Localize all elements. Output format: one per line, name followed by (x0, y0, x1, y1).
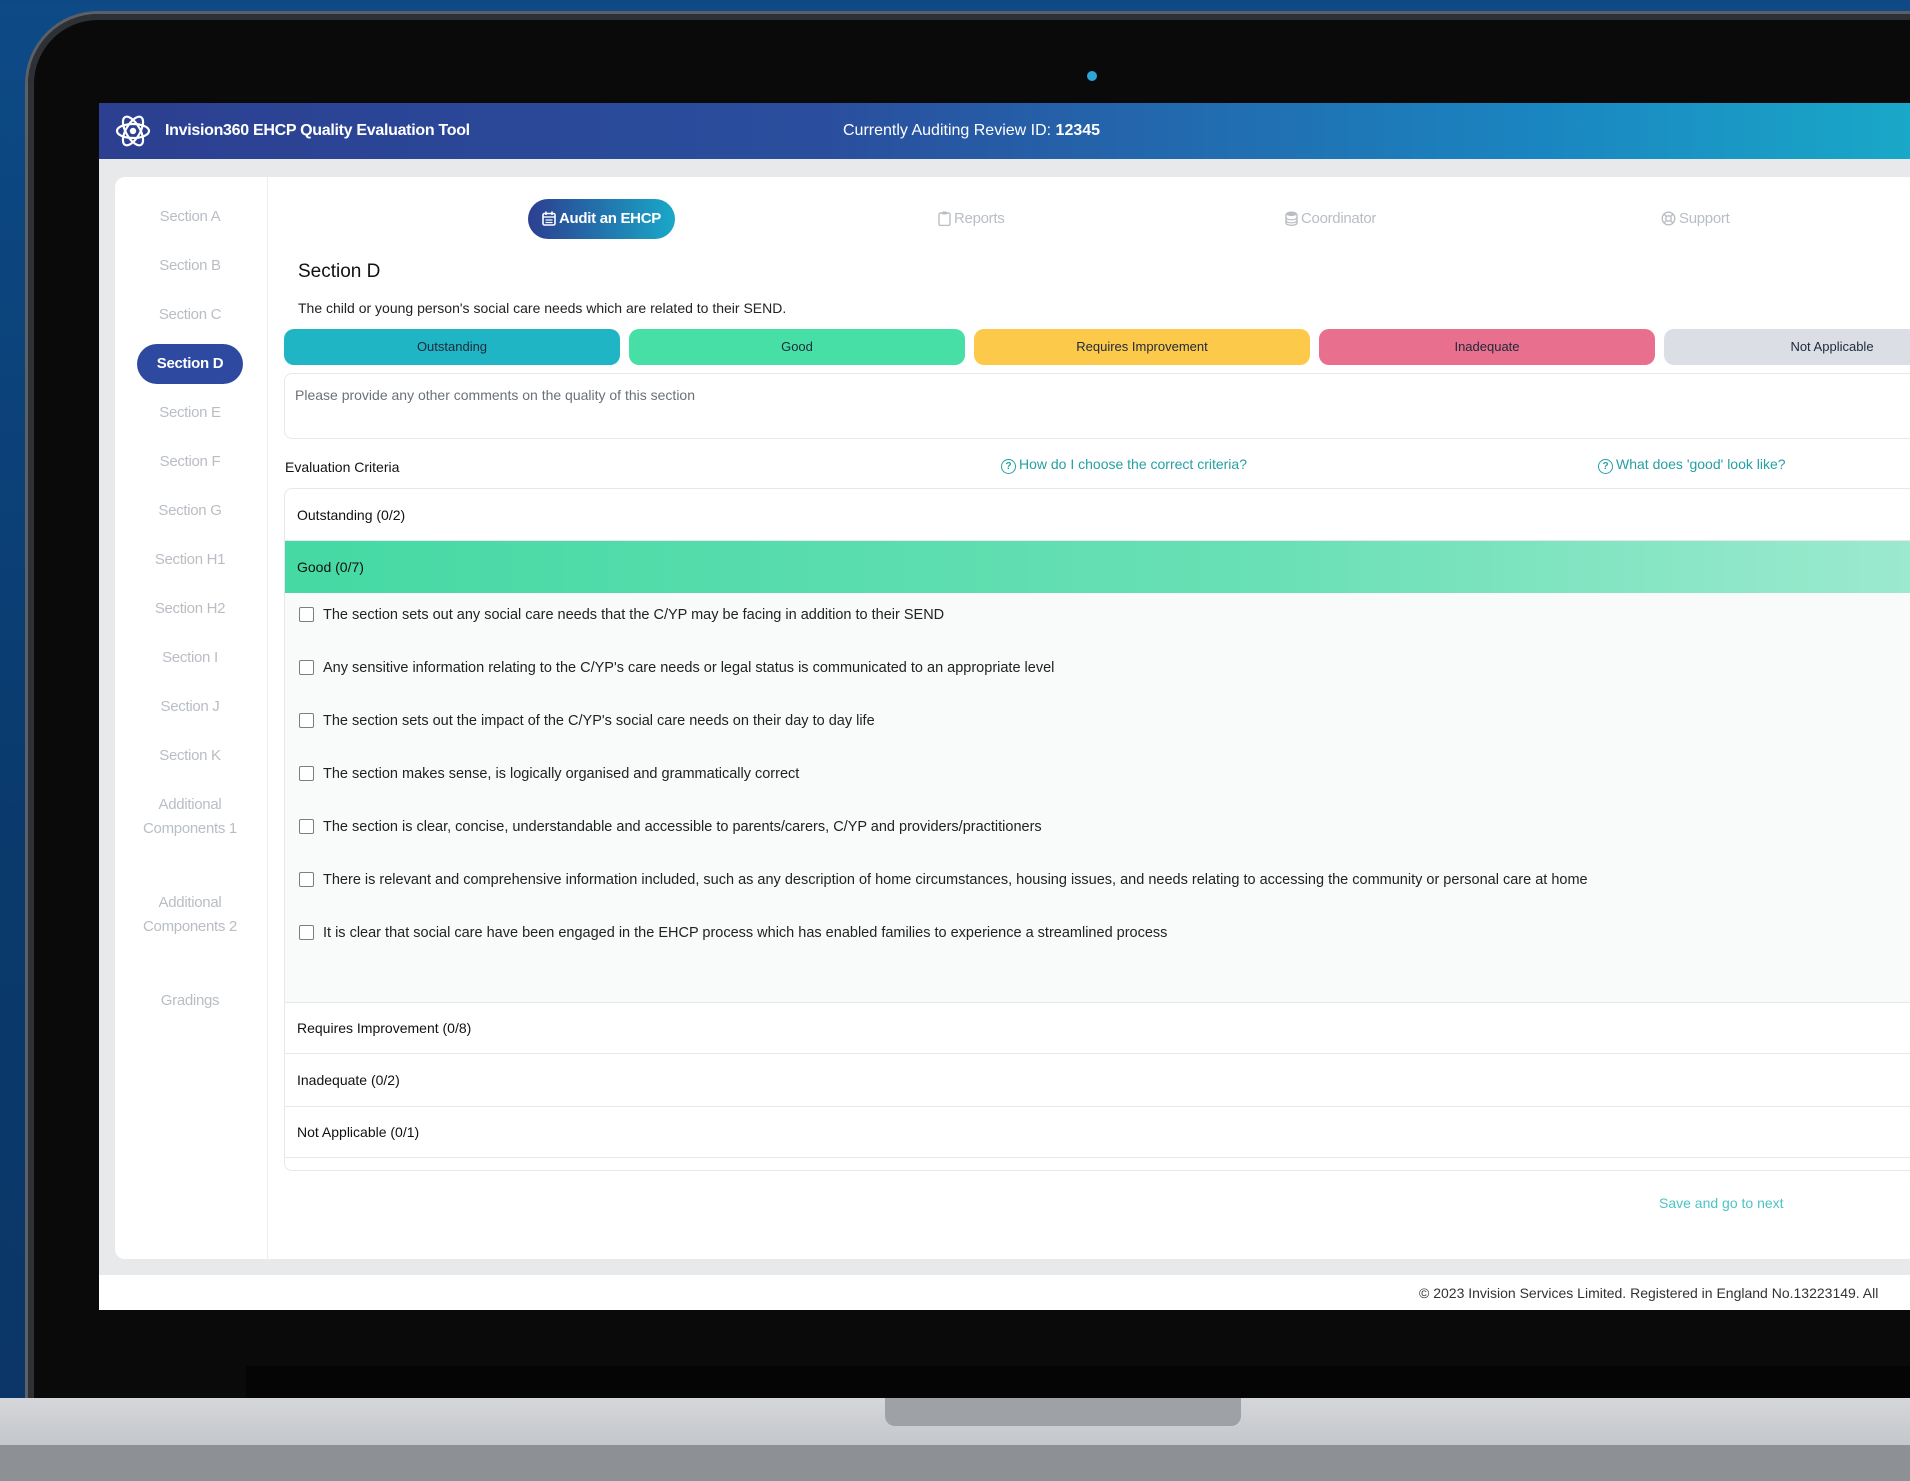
laptop-notch (885, 1398, 1241, 1426)
tab-reports[interactable]: Reports (938, 199, 1005, 239)
checkbox[interactable] (299, 872, 314, 887)
sidebar-item-section-e[interactable]: Section E (137, 401, 243, 425)
grade-good-button[interactable]: Good (629, 329, 965, 365)
tab-reports-label: Reports (954, 210, 1005, 227)
sidebar-item-additional-components-1[interactable]: Additional Components 1 (137, 793, 243, 841)
laptop-bezel-bottom (246, 1366, 1910, 1398)
database-icon (1285, 211, 1298, 227)
sidebar-item-section-i[interactable]: Section I (137, 646, 243, 670)
sidebar-item-section-g[interactable]: Section G (137, 499, 243, 523)
sidebar-item-section-h1[interactable]: Section H1 (137, 548, 243, 572)
atom-logo-icon (115, 115, 151, 147)
criteria-item[interactable]: The section is clear, concise, understan… (299, 819, 1042, 835)
criteria-item[interactable]: The section makes sense, is logically or… (299, 766, 799, 782)
app-screen: Invision360 EHCP Quality Evaluation Tool… (99, 103, 1910, 1310)
content-card: Section A Section B Section C Section D … (115, 177, 1910, 1259)
tab-coordinator-label: Coordinator (1301, 210, 1377, 227)
sidebar-item-section-f[interactable]: Section F (137, 450, 243, 474)
sidebar-item-section-b[interactable]: Section B (137, 254, 243, 278)
checkbox[interactable] (299, 660, 314, 675)
good-criteria-list: The section sets out any social care nee… (285, 593, 1910, 1003)
sidebar-item-section-h2[interactable]: Section H2 (137, 597, 243, 621)
help-circle-icon: ? (1001, 459, 1016, 474)
app-title: Invision360 EHCP Quality Evaluation Tool (165, 122, 470, 139)
section-description: The child or young person's social care … (298, 300, 787, 316)
sidebar-item-section-d[interactable]: Section D (137, 344, 243, 384)
group-requires-improvement[interactable]: Requires Improvement (0/8) (285, 1002, 1910, 1054)
group-good[interactable]: Good (0/7) (285, 541, 1910, 593)
sidebar-item-gradings[interactable]: Gradings (137, 989, 243, 1013)
checkbox[interactable] (299, 766, 314, 781)
criteria-item[interactable]: The section sets out the impact of the C… (299, 713, 875, 729)
tab-support[interactable]: Support (1661, 199, 1730, 239)
webcam (1087, 71, 1097, 81)
group-inadequate[interactable]: Inadequate (0/2) (285, 1054, 1910, 1107)
sidebar-item-section-k[interactable]: Section K (137, 744, 243, 768)
criteria-item-text: The section sets out the impact of the C… (323, 713, 875, 729)
criteria-item[interactable]: There is relevant and comprehensive info… (299, 872, 1588, 888)
checkbox[interactable] (299, 607, 314, 622)
group-not-applicable[interactable]: Not Applicable (0/1) (285, 1107, 1910, 1158)
evaluation-criteria-label: Evaluation Criteria (285, 459, 400, 475)
main-panel: Audit an EHCP Reports Coordinator Suppor… (268, 177, 1910, 1259)
tab-audit-an-ehcp[interactable]: Audit an EHCP (528, 199, 675, 239)
criteria-item-text: Any sensitive information relating to th… (323, 660, 1055, 676)
help-choose-text: How do I choose the correct criteria? (1019, 456, 1247, 472)
tab-coordinator[interactable]: Coordinator (1285, 199, 1376, 239)
footer: © 2023 Invision Services Limited. Regist… (99, 1275, 1910, 1310)
criteria-item-text: The section makes sense, is logically or… (323, 766, 800, 782)
page-title: Section D (298, 261, 381, 282)
checkbox[interactable] (299, 713, 314, 728)
criteria-item[interactable]: The section sets out any social care nee… (299, 607, 944, 623)
criteria-item-text: There is relevant and comprehensive info… (323, 872, 1588, 888)
sidebar-item-section-a[interactable]: Section A (137, 205, 243, 229)
help-choose-criteria-link[interactable]: ? How do I choose the correct criteria? (1001, 456, 1247, 474)
section-sidebar: Section A Section B Section C Section D … (115, 177, 268, 1259)
help-circle-icon: ? (1598, 459, 1613, 474)
criteria-item[interactable]: It is clear that social care have been e… (299, 925, 1167, 941)
clipboard-icon (938, 211, 951, 227)
audit-prefix: Currently Auditing Review ID: (843, 122, 1052, 139)
review-id: 12345 (1055, 122, 1101, 139)
grade-not-applicable-button[interactable]: Not Applicable (1664, 329, 1910, 365)
calendar-icon (542, 211, 556, 226)
tab-audit-label: Audit an EHCP (559, 210, 661, 227)
help-good-text: What does 'good' look like? (1616, 456, 1786, 472)
criteria-item[interactable]: Any sensitive information relating to th… (299, 660, 1054, 676)
criteria-item-text: The section sets out any social care nee… (323, 607, 945, 623)
comments-textarea[interactable]: Please provide any other comments on the… (284, 373, 1910, 439)
criteria-item-text: The section is clear, concise, understan… (323, 819, 1042, 835)
grade-outstanding-button[interactable]: Outstanding (284, 329, 620, 365)
criteria-item-text: It is clear that social care have been e… (323, 925, 1168, 941)
criteria-accordion: Outstanding (0/2) Good (0/7) The section… (284, 488, 1910, 1171)
sidebar-item-section-c[interactable]: Section C (137, 303, 243, 327)
laptop-base (0, 1445, 1910, 1481)
sidebar-item-section-j[interactable]: Section J (137, 695, 243, 719)
lifebuoy-icon (1661, 211, 1676, 226)
top-bar: Invision360 EHCP Quality Evaluation Tool… (99, 103, 1910, 159)
help-what-good-looks-like-link[interactable]: ? What does 'good' look like? (1598, 456, 1786, 474)
copyright-text: © 2023 Invision Services Limited. Regist… (1419, 1285, 1879, 1301)
checkbox[interactable] (299, 925, 314, 940)
checkbox[interactable] (299, 819, 314, 834)
tab-support-label: Support (1679, 210, 1730, 227)
audit-info: Currently Auditing Review ID: 12345 (843, 122, 1100, 140)
sidebar-item-additional-components-2[interactable]: Additional Components 2 (137, 891, 243, 939)
grade-requires-improvement-button[interactable]: Requires Improvement (974, 329, 1310, 365)
group-outstanding[interactable]: Outstanding (0/2) (285, 489, 1910, 541)
save-and-next-link[interactable]: Save and go to next (1659, 1195, 1784, 1211)
grade-inadequate-button[interactable]: Inadequate (1319, 329, 1655, 365)
